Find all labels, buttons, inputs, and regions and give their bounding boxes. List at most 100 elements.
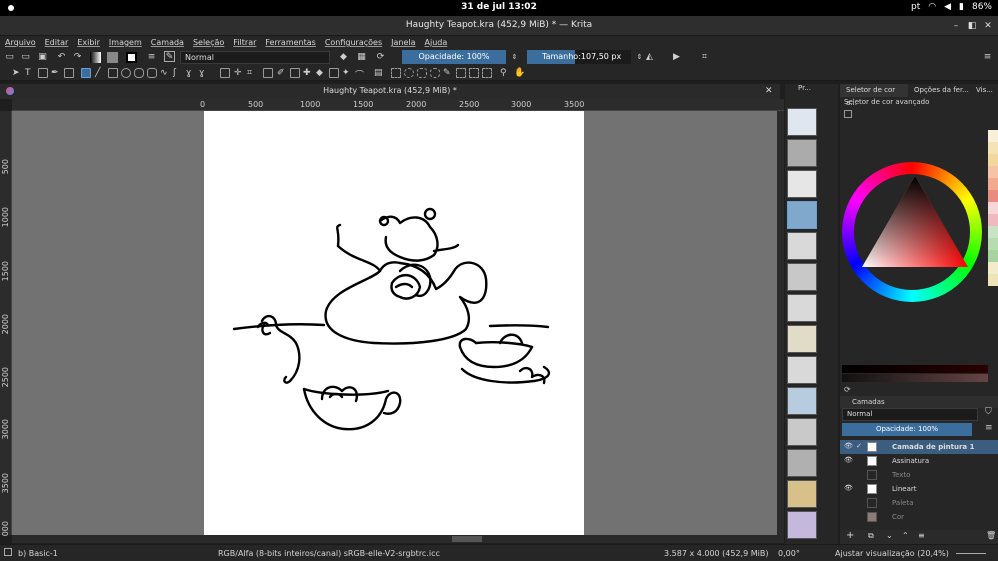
- keyboard-layout[interactable]: pt: [911, 2, 920, 12]
- swatch[interactable]: [988, 154, 998, 166]
- ellipse-tool-icon[interactable]: [121, 68, 131, 78]
- canvas-paper[interactable]: [204, 111, 584, 535]
- smart-patch-tool-icon[interactable]: ✚: [303, 68, 313, 78]
- gradient-icon[interactable]: [90, 52, 101, 63]
- close-document-icon[interactable]: ✕: [765, 86, 773, 96]
- gradient-tool-icon[interactable]: [263, 68, 273, 78]
- swatch[interactable]: [988, 214, 998, 226]
- enclose-fill-tool-icon[interactable]: [329, 68, 339, 78]
- preset-bristle[interactable]: [787, 418, 817, 446]
- swatch[interactable]: [988, 142, 998, 154]
- polygon-select-tool-icon[interactable]: [417, 68, 427, 78]
- size-slider[interactable]: Tamanho:107,50 px: [527, 50, 631, 64]
- preset-marker[interactable]: [787, 294, 817, 322]
- fg-bg-color-icon[interactable]: [126, 52, 137, 63]
- color-selector-settings-icon[interactable]: [844, 110, 852, 118]
- wrap-around-icon[interactable]: ⌗: [699, 52, 710, 63]
- move-down-icon[interactable]: ⌄: [886, 531, 893, 540]
- menu-editar[interactable]: Editar: [45, 36, 69, 49]
- shade-bar-2[interactable]: [842, 374, 988, 382]
- volume-icon[interactable]: ◀: [944, 2, 951, 12]
- preset-basic-1-selected[interactable]: [787, 201, 817, 229]
- zoom-slider[interactable]: [956, 553, 986, 554]
- layer-opacity-slider[interactable]: Opacidade: 100%: [842, 423, 972, 436]
- menu-filtrar[interactable]: Filtrar: [233, 36, 256, 49]
- brush-editor-icon[interactable]: ≡: [146, 52, 157, 63]
- refresh-icon[interactable]: ⟳: [844, 385, 851, 394]
- current-brush[interactable]: b) Basic-1: [18, 549, 58, 558]
- open-document-icon[interactable]: ▭: [20, 52, 31, 63]
- new-document-icon[interactable]: ▭: [4, 52, 15, 63]
- swatch[interactable]: [988, 226, 998, 238]
- alpha-lock-icon[interactable]: ▦: [356, 52, 367, 63]
- minimize-icon[interactable]: –: [950, 20, 962, 32]
- tab-overview[interactable]: Vis...: [970, 84, 998, 97]
- polyline-tool-icon[interactable]: [147, 68, 157, 78]
- freehand-select-tool-icon[interactable]: [430, 68, 440, 78]
- colorize-mask-tool-icon[interactable]: [290, 68, 300, 78]
- swatch[interactable]: [988, 130, 998, 142]
- swatch[interactable]: [988, 190, 998, 202]
- crop-tool-icon[interactable]: ⌗: [247, 68, 257, 78]
- layer-blend-select[interactable]: Normal: [842, 408, 978, 421]
- text-tool-icon[interactable]: T: [25, 68, 35, 78]
- polygon-tool-icon[interactable]: [134, 68, 144, 78]
- mirror-horizontal-icon[interactable]: ◭: [644, 52, 655, 63]
- menu-janela[interactable]: Janela: [391, 36, 415, 49]
- swatch[interactable]: [988, 262, 998, 274]
- delete-layer-icon[interactable]: 🗑: [986, 531, 996, 540]
- preset-smudge[interactable]: [787, 449, 817, 477]
- measure-tool-icon[interactable]: ⌒: [355, 68, 365, 81]
- rect-select-tool-icon[interactable]: [391, 68, 401, 78]
- dynamic-brush-tool-icon[interactable]: ɣ: [186, 68, 196, 78]
- layer-row[interactable]: Cor: [840, 510, 998, 524]
- fill-tool-icon[interactable]: [64, 68, 74, 78]
- maximize-icon[interactable]: ◧: [966, 20, 978, 32]
- mirror-vertical-icon[interactable]: ▶: [671, 52, 682, 63]
- layer-properties-icon[interactable]: ≡: [918, 531, 925, 540]
- filter-icon[interactable]: ⛉: [985, 407, 992, 417]
- scroll-thumb[interactable]: [452, 536, 482, 542]
- freehand-brush-tool-icon[interactable]: [81, 68, 91, 78]
- move-up-icon[interactable]: ⌃: [902, 531, 909, 540]
- eye-icon[interactable]: 👁: [844, 484, 853, 492]
- preset-ink[interactable]: [787, 232, 817, 260]
- swatch[interactable]: [988, 178, 998, 190]
- layer-menu-icon[interactable]: ≡: [985, 423, 993, 433]
- contiguous-select-tool-icon[interactable]: ✎: [443, 68, 453, 78]
- canvas-vertical-scrollbar[interactable]: [777, 111, 784, 535]
- transform-tool-icon[interactable]: [220, 68, 230, 78]
- hamburger-menu-icon[interactable]: ≡: [982, 52, 993, 63]
- saturation-value-triangle[interactable]: [860, 176, 970, 272]
- pan-tool-icon[interactable]: ✋: [514, 68, 525, 78]
- eraser-icon[interactable]: ◆: [338, 52, 349, 63]
- canvas-rotation[interactable]: 0,00°: [778, 549, 800, 558]
- menu-ajuda[interactable]: Ajuda: [425, 36, 448, 49]
- document-tab[interactable]: Haughty Teapot.kra (452,9 MiB) * ✕: [0, 84, 780, 99]
- layer-row[interactable]: 👁 Assinatura: [840, 454, 998, 468]
- swatch[interactable]: [988, 250, 998, 262]
- pattern-icon[interactable]: [107, 52, 118, 63]
- multibrush-tool-icon[interactable]: ɣ: [199, 68, 209, 78]
- rectangle-tool-icon[interactable]: [108, 68, 118, 78]
- color-picker-tool-icon[interactable]: ✐: [277, 68, 287, 78]
- preset-pencil[interactable]: [787, 108, 817, 136]
- tab-color-selector[interactable]: Seletor de cor a...: [840, 84, 908, 107]
- wifi-icon[interactable]: ◠: [928, 2, 936, 12]
- layer-row[interactable]: Texto: [840, 468, 998, 482]
- preset-fineliner[interactable]: [787, 356, 817, 384]
- freehand-path-tool-icon[interactable]: ʃ: [173, 68, 183, 78]
- similar-select-tool-icon[interactable]: [456, 68, 466, 78]
- edit-shapes-tool-icon[interactable]: [38, 68, 48, 78]
- save-icon[interactable]: ▣: [37, 52, 48, 63]
- preset-pen[interactable]: [787, 325, 817, 353]
- image-dimensions[interactable]: 3.587 x 4.000 (452,9 MiB): [664, 549, 768, 558]
- preset-icon[interactable]: ✎: [164, 51, 175, 62]
- preset-airbrush[interactable]: [787, 139, 817, 167]
- opacity-slider[interactable]: Opacidade: 100%: [402, 50, 506, 64]
- swatch[interactable]: [988, 202, 998, 214]
- canvas-horizontal-scrollbar[interactable]: [12, 535, 784, 543]
- calligraphy-tool-icon[interactable]: ✒: [51, 68, 61, 78]
- swatch[interactable]: [988, 238, 998, 250]
- bezier-tool-icon[interactable]: ∿: [160, 68, 170, 78]
